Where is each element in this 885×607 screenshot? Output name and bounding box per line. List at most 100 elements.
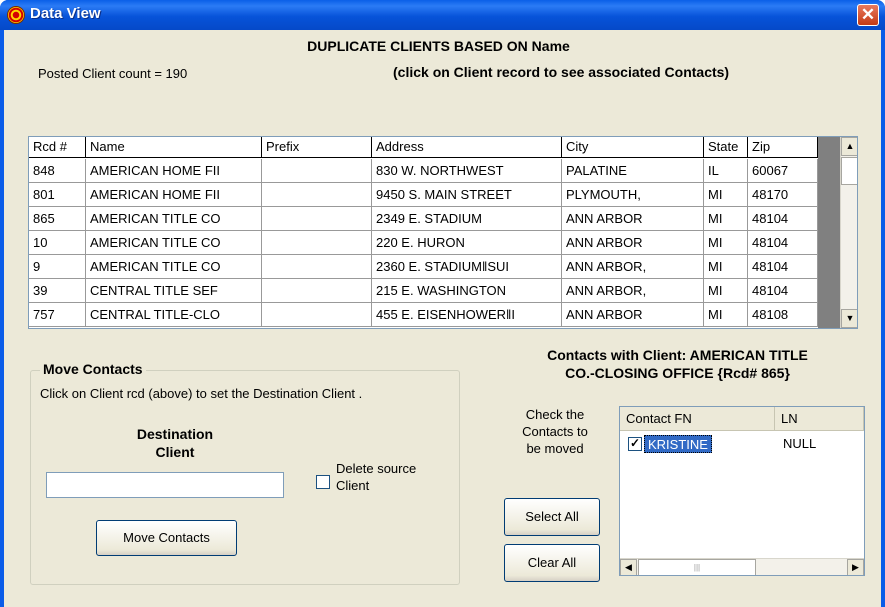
cell-rcd[interactable]: 865 — [29, 207, 86, 231]
cell-zip[interactable]: 48104 — [748, 207, 818, 231]
cell-prefix[interactable] — [262, 183, 372, 207]
cell-city[interactable]: ANN ARBOR, — [562, 255, 704, 279]
cell-prefix[interactable] — [262, 207, 372, 231]
column-header-contact-fn[interactable]: Contact FN — [620, 407, 775, 431]
client-grid[interactable]: Rcd # Name Prefix Address City State Zip… — [28, 136, 858, 329]
client-grid-scrollbar[interactable]: ▲ ▼ — [840, 137, 857, 328]
table-row[interactable]: 9 AMERICAN TITLE CO 2360 E. STADIUM‖SUI ANN… — [29, 255, 818, 279]
scroll-left-button[interactable]: ◀ — [620, 559, 637, 575]
cell-zip[interactable]: 48170 — [748, 183, 818, 207]
cell-city[interactable]: ANN ARBOR — [562, 207, 704, 231]
contact-checkbox[interactable]: ✓ — [628, 437, 642, 451]
cell-state[interactable]: IL — [704, 159, 748, 183]
column-header-city[interactable]: City — [562, 137, 704, 158]
contact-first-name[interactable]: KRISTINE — [644, 435, 712, 453]
table-row[interactable]: 10 AMERICAN TITLE CO 220 E. HURON ANN ARBOR… — [29, 231, 818, 255]
cell-city[interactable]: PALATINE — [562, 159, 704, 183]
clear-all-button[interactable]: Clear All — [504, 544, 600, 582]
cell-city[interactable]: PLYMOUTH, — [562, 183, 704, 207]
column-header-state[interactable]: State — [704, 137, 748, 158]
table-row[interactable]: 801 AMERICAN HOME FII 9450 S. MAIN STREET P… — [29, 183, 818, 207]
check-hint-line3: be moved — [526, 441, 584, 456]
cell-address[interactable]: 215 E. WASHINGTON — [372, 279, 562, 303]
cell-rcd[interactable]: 801 — [29, 183, 86, 207]
cell-zip[interactable]: 48104 — [748, 231, 818, 255]
column-header-name[interactable]: Name — [86, 137, 262, 158]
cell-prefix[interactable] — [262, 303, 372, 327]
column-header-address[interactable]: Address — [372, 137, 562, 158]
cell-name[interactable]: CENTRAL TITLE SEF — [86, 279, 262, 303]
cell-zip[interactable]: 48104 — [748, 255, 818, 279]
scroll-down-button[interactable]: ▼ — [841, 309, 857, 328]
destination-label-line2: Client — [155, 444, 195, 460]
cell-address[interactable]: 2360 E. STADIUM‖SUI — [372, 255, 562, 279]
contacts-hscrollbar[interactable]: ◀ ||| ▶ — [620, 558, 864, 575]
delete-source-label-line1: Delete source — [336, 461, 417, 476]
cell-name[interactable]: CENTRAL TITLE-CLO — [86, 303, 262, 327]
move-contacts-button[interactable]: Move Contacts — [96, 520, 237, 556]
cell-state[interactable]: MI — [704, 207, 748, 231]
cell-address[interactable]: 2349 E. STADIUM — [372, 207, 562, 231]
contacts-list-header: Contact FN LN — [620, 407, 864, 431]
cell-state[interactable]: MI — [704, 255, 748, 279]
cell-address[interactable]: 9450 S. MAIN STREET — [372, 183, 562, 207]
cell-rcd[interactable]: 757 — [29, 303, 86, 327]
close-button[interactable]: ✕ — [857, 4, 879, 26]
cell-city[interactable]: ANN ARBOR, — [562, 279, 704, 303]
column-header-prefix[interactable]: Prefix — [262, 137, 372, 158]
delete-source-label[interactable]: Delete source Client — [336, 460, 456, 494]
cell-state[interactable]: MI — [704, 231, 748, 255]
contacts-list[interactable]: Contact FN LN ✓ KRISTINE NULL ◀ ||| ▶ — [619, 406, 865, 576]
scroll-right-button[interactable]: ▶ — [847, 559, 864, 575]
hscroll-thumb[interactable]: ||| — [638, 559, 756, 575]
cell-name[interactable]: AMERICAN TITLE CO — [86, 231, 262, 255]
check-contacts-hint: Check the Contacts to be moved — [497, 406, 613, 457]
move-contacts-legend: Move Contacts — [40, 361, 146, 377]
data-view-window: Data View ✕ DUPLICATE CLIENTS BASED ON N… — [0, 0, 885, 607]
scroll-up-button[interactable]: ▲ — [841, 137, 857, 156]
cell-prefix[interactable] — [262, 159, 372, 183]
title-bar[interactable]: Data View ✕ — [0, 0, 885, 30]
cell-name[interactable]: AMERICAN TITLE CO — [86, 255, 262, 279]
cell-city[interactable]: ANN ARBOR — [562, 231, 704, 255]
column-header-ln[interactable]: LN — [775, 407, 864, 431]
cell-rcd[interactable]: 39 — [29, 279, 86, 303]
cell-zip[interactable]: 48108 — [748, 303, 818, 327]
cell-rcd[interactable]: 10 — [29, 231, 86, 255]
table-row[interactable]: 757 CENTRAL TITLE-CLO 455 E. EISENHOWER‖I A… — [29, 303, 818, 327]
cell-state[interactable]: MI — [704, 183, 748, 207]
cell-address[interactable]: 455 E. EISENHOWER‖I — [372, 303, 562, 327]
cell-city[interactable]: ANN ARBOR — [562, 303, 704, 327]
cell-rcd[interactable]: 848 — [29, 159, 86, 183]
click-hint: (click on Client record to see associate… — [393, 64, 730, 80]
contact-last-name: NULL — [783, 436, 817, 451]
column-header-rcd[interactable]: Rcd # — [29, 137, 86, 158]
contact-row[interactable]: ✓ KRISTINE NULL — [620, 433, 864, 455]
app-icon — [7, 6, 25, 24]
cell-zip[interactable]: 60067 — [748, 159, 818, 183]
cell-prefix[interactable] — [262, 279, 372, 303]
scroll-thumb[interactable] — [841, 157, 857, 185]
cell-state[interactable]: MI — [704, 279, 748, 303]
column-header-zip[interactable]: Zip — [748, 137, 818, 158]
table-row[interactable]: 865 AMERICAN TITLE CO 2349 E. STADIUM ANN A… — [29, 207, 818, 231]
table-row[interactable]: 39 CENTRAL TITLE SEF 215 E. WASHINGTON ANN … — [29, 279, 818, 303]
cell-rcd[interactable]: 9 — [29, 255, 86, 279]
cell-prefix[interactable] — [262, 255, 372, 279]
delete-source-label-line2: Client — [336, 478, 370, 493]
cell-prefix[interactable] — [262, 231, 372, 255]
cell-zip[interactable]: 48104 — [748, 279, 818, 303]
contacts-title: Contacts with Client: AMERICAN TITLE CO.… — [480, 346, 875, 382]
destination-client-input[interactable] — [46, 472, 284, 498]
cell-name[interactable]: AMERICAN HOME FII — [86, 159, 262, 183]
delete-source-checkbox[interactable] — [316, 475, 330, 489]
cell-name[interactable]: AMERICAN TITLE CO — [86, 207, 262, 231]
grid-empty-area — [818, 137, 840, 328]
contacts-title-line2: CO.-CLOSING OFFICE {Rcd# 865} — [565, 365, 790, 381]
cell-state[interactable]: MI — [704, 303, 748, 327]
cell-address[interactable]: 220 E. HURON — [372, 231, 562, 255]
table-row[interactable]: 848 AMERICAN HOME FII 830 W. NORTHWEST PALA… — [29, 159, 818, 183]
cell-address[interactable]: 830 W. NORTHWEST — [372, 159, 562, 183]
select-all-button[interactable]: Select All — [504, 498, 600, 536]
cell-name[interactable]: AMERICAN HOME FII — [86, 183, 262, 207]
